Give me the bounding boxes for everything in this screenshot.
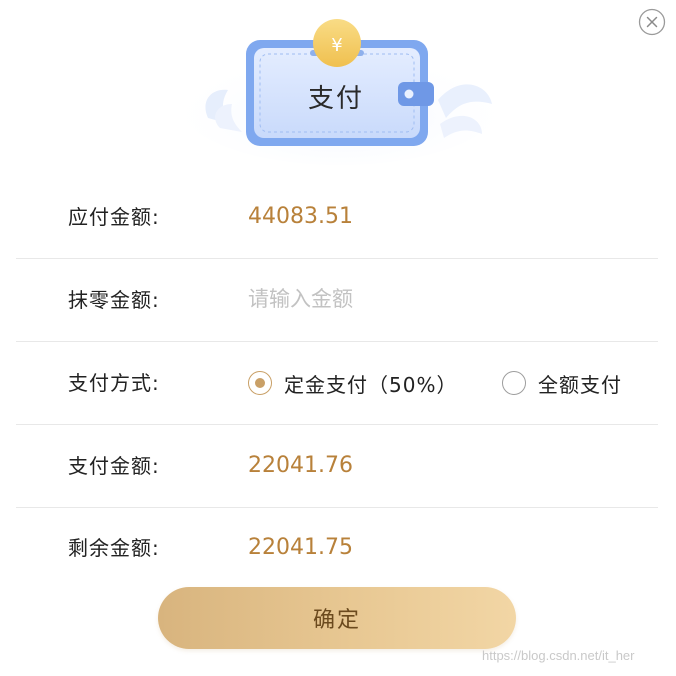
row-pay-amount: 支付金额: 22041.76 bbox=[16, 425, 658, 508]
round-off-input[interactable] bbox=[248, 279, 608, 319]
watermark: https://blog.csdn.net/it_her bbox=[482, 648, 635, 663]
radio-full[interactable]: 全额支付 bbox=[502, 342, 622, 424]
payable-value: 44083.51 bbox=[248, 204, 353, 229]
radio-deposit-label: 定金支付（50%） bbox=[284, 372, 458, 397]
pay-amount-value: 22041.76 bbox=[248, 453, 353, 478]
row-payable: 应付金额: 44083.51 bbox=[16, 176, 658, 259]
radio-checked-icon[interactable] bbox=[248, 371, 272, 395]
yen-coin-icon: ¥ bbox=[331, 35, 342, 56]
row-pay-method: 支付方式: 定金支付（50%） 全额支付 bbox=[16, 342, 658, 425]
remaining-label: 剩余金额: bbox=[68, 536, 160, 560]
pay-amount-label: 支付金额: bbox=[68, 454, 160, 478]
confirm-button[interactable]: 确定 bbox=[158, 587, 516, 649]
payment-dialog: ¥ 支付 应付金额: 44083.51 抹零金额: 支付方式: 定金支付（50%… bbox=[0, 0, 676, 676]
radio-deposit[interactable]: 定金支付（50%） bbox=[248, 342, 457, 424]
radio-unchecked-icon[interactable] bbox=[502, 371, 526, 395]
row-round-off: 抹零金额: bbox=[16, 259, 658, 342]
payable-label: 应付金额: bbox=[68, 205, 160, 229]
remaining-value: 22041.75 bbox=[248, 535, 353, 560]
pay-method-label: 支付方式: bbox=[68, 371, 160, 395]
close-icon[interactable] bbox=[638, 8, 666, 36]
round-off-label: 抹零金额: bbox=[68, 288, 160, 312]
radio-full-label: 全额支付 bbox=[538, 372, 622, 397]
wallet-title: 支付 bbox=[307, 84, 364, 114]
row-remaining: 剩余金额: 22041.75 bbox=[16, 507, 658, 589]
